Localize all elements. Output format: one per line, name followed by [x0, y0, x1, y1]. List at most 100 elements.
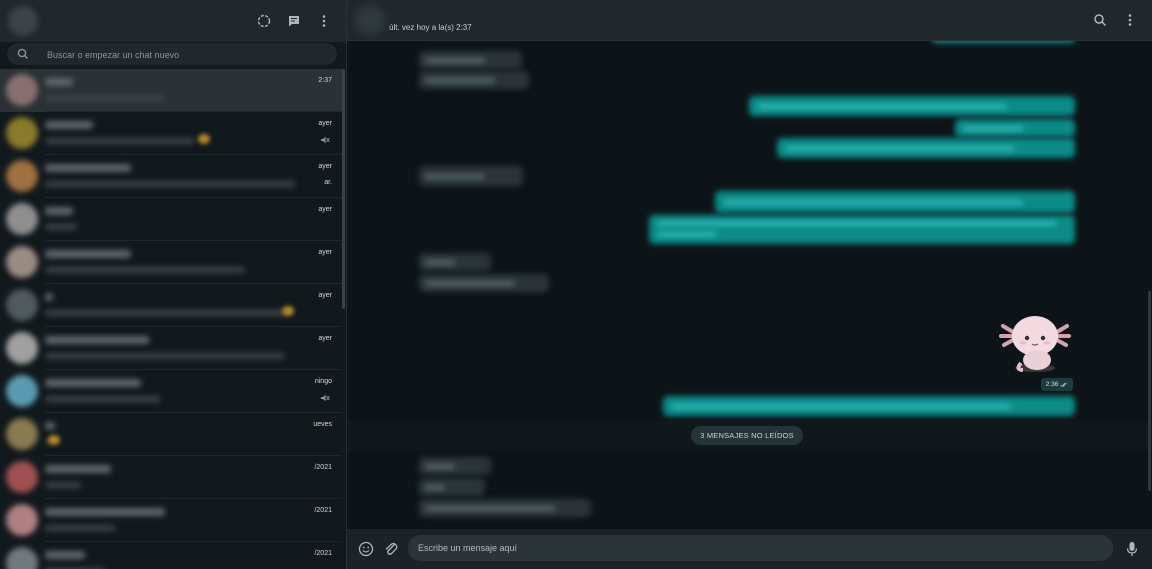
chat-avatar — [6, 332, 38, 364]
chat-timestamp: ueves — [313, 421, 332, 428]
new-chat-icon[interactable] — [284, 11, 304, 31]
message-incoming — [419, 253, 491, 271]
chat-avatar — [6, 117, 38, 149]
conversation-pane: últ. vez hoy a la(s) 2:37 2:36 3 MENSAJE… — [347, 0, 1152, 569]
message-outgoing — [777, 138, 1075, 158]
chat-avatar — [6, 547, 38, 569]
mic-icon[interactable] — [1123, 540, 1141, 558]
chat-list-item[interactable]: /2021 — [0, 499, 342, 542]
chat-list-item[interactable]: ayer ar. — [0, 155, 342, 198]
search-icon — [17, 48, 28, 59]
chat-preview-redacted — [45, 138, 195, 144]
chat-name-redacted — [45, 78, 73, 86]
chat-timestamp: /2021 — [314, 464, 332, 471]
chat-timestamp: ayer — [318, 249, 332, 256]
search-input[interactable] — [45, 43, 329, 67]
emoji-icon — [48, 435, 60, 445]
my-profile-avatar[interactable] — [8, 6, 38, 36]
message-incoming — [419, 71, 529, 89]
chat-timestamp: ningo — [314, 378, 332, 385]
chat-list-item[interactable]: ayer — [0, 327, 342, 370]
message-incoming — [419, 166, 523, 186]
chat-timestamp: /2021 — [314, 550, 332, 557]
emoji-icon[interactable] — [357, 540, 375, 558]
chat-avatar — [6, 504, 38, 536]
messages-scrollbar[interactable] — [1148, 291, 1151, 491]
chat-preview-redacted — [45, 525, 115, 531]
double-check-icon — [1060, 382, 1068, 387]
attach-icon[interactable] — [382, 540, 400, 558]
chat-secondary-label: ar. — [324, 179, 332, 186]
sticker-time-text: 2:36 — [1045, 381, 1059, 388]
chat-timestamp: 2:37 — [318, 77, 332, 84]
sidebar-scrollbar[interactable] — [342, 69, 345, 309]
emoji-icon — [198, 134, 210, 144]
chat-list-item[interactable]: ayer — [0, 198, 342, 241]
emoji-icon — [282, 306, 294, 316]
message-incoming — [419, 51, 522, 69]
chat-name-redacted — [45, 207, 73, 215]
chat-sidebar: 2:37 ayer ayer ar. ayer ayer ayer ayer ningo ueve… — [0, 0, 347, 569]
chat-avatar — [6, 289, 38, 321]
chat-name-redacted — [45, 508, 165, 516]
chat-name-redacted — [45, 336, 149, 344]
message-input[interactable] — [408, 535, 1113, 561]
chat-timestamp: ayer — [318, 206, 332, 213]
chat-timestamp: ayer — [318, 335, 332, 342]
chat-name-redacted — [45, 551, 85, 559]
message-composer — [347, 529, 1152, 569]
chat-preview-redacted — [45, 267, 245, 273]
chat-name-redacted — [45, 164, 131, 172]
chat-list-item[interactable]: /2021 — [0, 456, 342, 499]
chat-preview-redacted — [45, 181, 295, 187]
message-incoming — [419, 478, 485, 496]
message-outgoing — [715, 191, 1075, 213]
chat-timestamp: /2021 — [314, 507, 332, 514]
chat-avatar — [6, 160, 38, 192]
chat-timestamp: ayer — [318, 120, 332, 127]
chat-name-redacted — [45, 250, 131, 258]
unread-banner: 3 MENSAJES NO LEÍDOS — [347, 421, 1152, 451]
message-list: 2:36 3 MENSAJES NO LEÍDOS — [347, 41, 1152, 529]
chat-preview-redacted — [45, 396, 161, 402]
conversation-menu-icon[interactable] — [1120, 10, 1140, 30]
chat-preview-redacted — [45, 353, 285, 359]
message-incoming — [419, 499, 591, 517]
search-bar — [7, 43, 337, 67]
chat-avatar — [6, 203, 38, 235]
chat-list: 2:37 ayer ayer ar. ayer ayer ayer ayer ningo ueve… — [0, 69, 342, 569]
axolotl-sticker[interactable] — [997, 308, 1073, 374]
chat-name-redacted — [45, 379, 141, 387]
message-outgoing — [955, 119, 1075, 137]
search-messages-icon[interactable] — [1090, 10, 1110, 30]
chat-avatar — [6, 246, 38, 278]
chat-list-item[interactable]: ueves — [0, 413, 342, 456]
chat-list-item[interactable]: ningo — [0, 370, 342, 413]
status-icon[interactable] — [254, 11, 274, 31]
message-incoming — [419, 457, 491, 475]
chat-timestamp: ayer — [318, 163, 332, 170]
conversation-header[interactable]: últ. vez hoy a la(s) 2:37 — [347, 0, 1152, 41]
contact-avatar[interactable] — [355, 5, 385, 35]
chat-preview-redacted — [45, 95, 165, 101]
unread-messages-pill: 3 MENSAJES NO LEÍDOS — [691, 426, 803, 445]
message-outgoing — [663, 396, 1075, 416]
chat-list-item[interactable]: ayer — [0, 241, 342, 284]
chat-avatar — [6, 461, 38, 493]
chat-preview-redacted — [45, 310, 285, 316]
menu-icon[interactable] — [314, 11, 334, 31]
chat-preview-redacted — [45, 224, 77, 230]
message-outgoing — [932, 41, 1075, 43]
message-incoming — [419, 274, 549, 292]
chat-list-item[interactable]: ayer — [0, 284, 342, 327]
chat-list-item[interactable]: ayer — [0, 112, 342, 155]
chat-name-redacted — [45, 465, 111, 473]
chat-timestamp: ayer — [318, 292, 332, 299]
chat-list-item[interactable]: 2:37 — [0, 69, 342, 112]
chat-list-item[interactable]: /2021 — [0, 542, 342, 569]
chat-preview-redacted — [45, 482, 81, 488]
muted-icon — [321, 136, 330, 144]
last-seen-status: últ. vez hoy a la(s) 2:37 — [389, 23, 472, 32]
message-outgoing — [649, 215, 1075, 244]
chat-avatar — [6, 418, 38, 450]
